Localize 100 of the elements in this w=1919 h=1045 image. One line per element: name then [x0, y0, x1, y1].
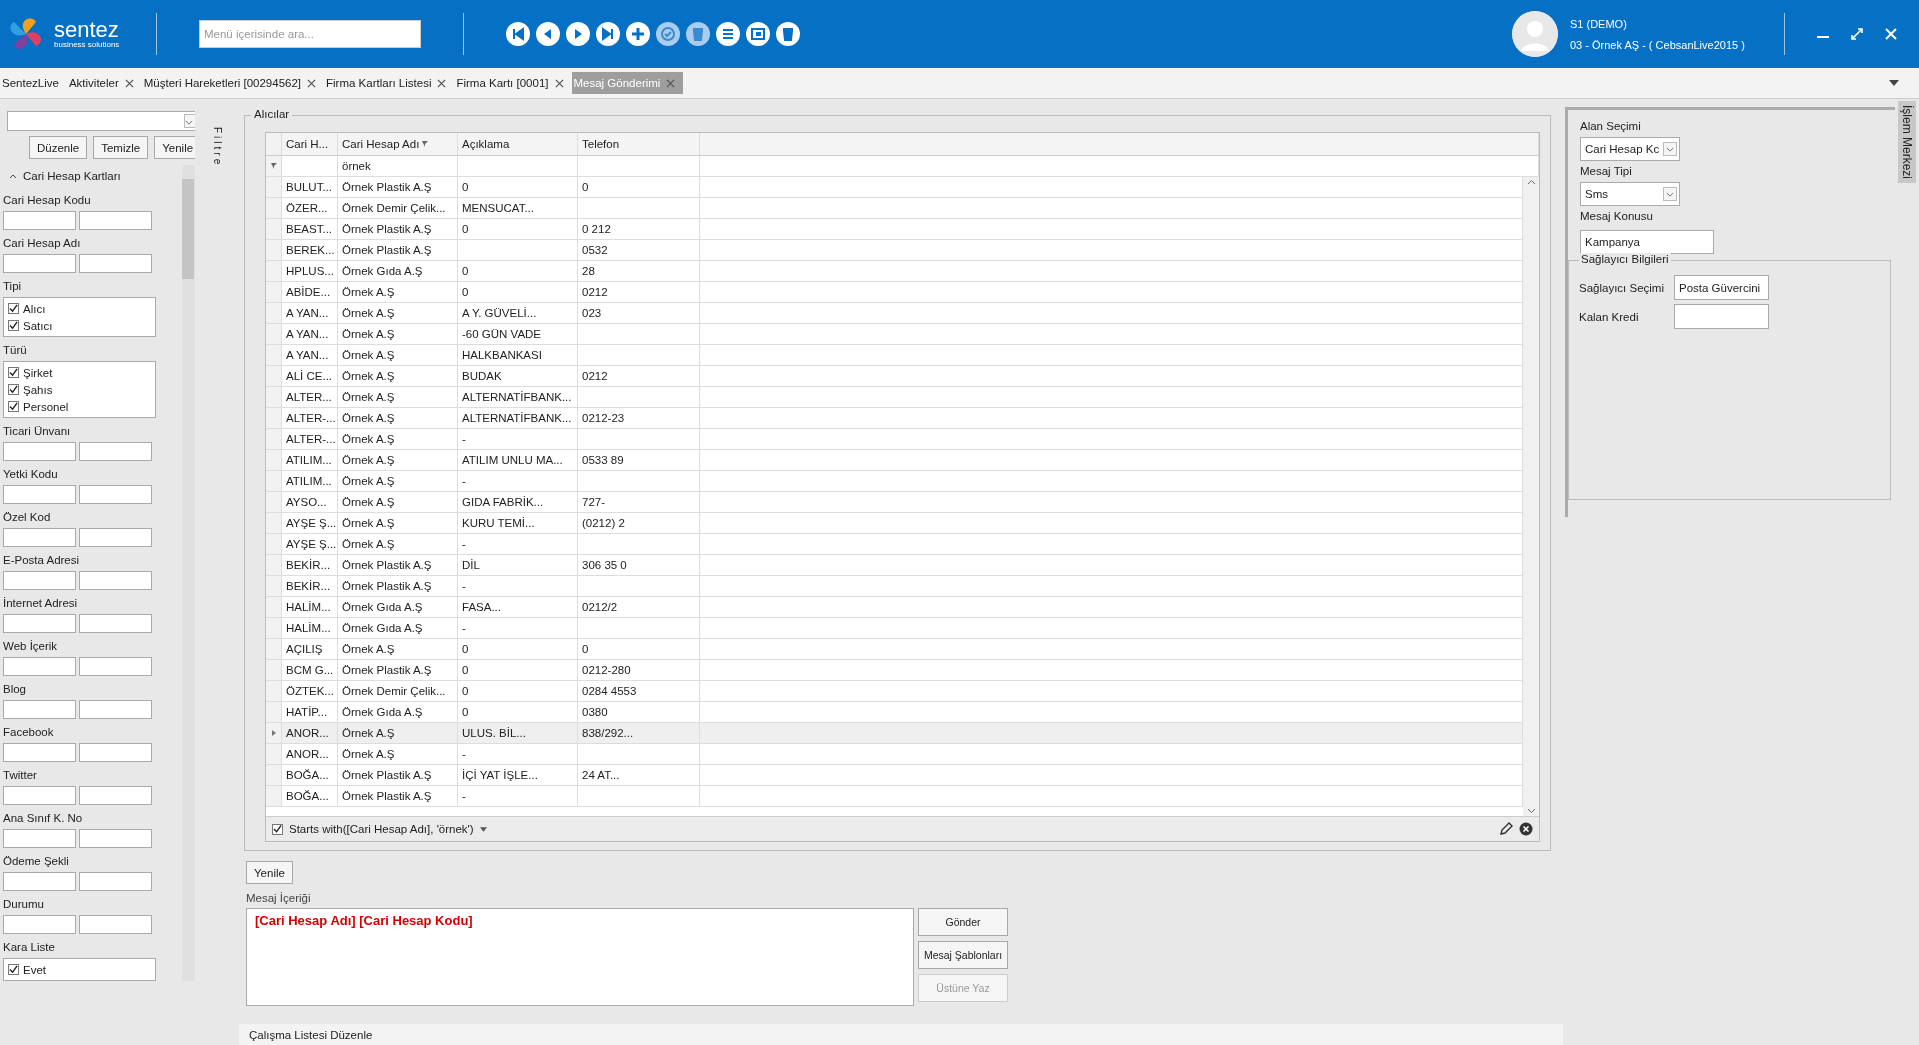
input-field[interactable] — [79, 528, 152, 547]
input-field[interactable] — [79, 211, 152, 230]
table-row[interactable]: HALİM... Örnek Gıda A.Ş FASA... 0212/2 — [266, 597, 1523, 618]
maximize-icon[interactable] — [1849, 26, 1865, 42]
close-icon[interactable] — [554, 78, 564, 88]
table-row[interactable]: A YAN... Örnek A.Ş A Y. GÜVELİ... 023 — [266, 303, 1523, 324]
input-field[interactable] — [79, 614, 152, 633]
input-field[interactable] — [3, 614, 76, 633]
filter-button[interactable]: Yenile — [154, 136, 195, 159]
table-row[interactable]: BEAST... Örnek Plastik A.Ş 0 0 212 — [266, 219, 1523, 240]
list-icon[interactable] — [716, 22, 740, 46]
first-icon[interactable] — [506, 22, 530, 46]
input-field[interactable] — [79, 700, 152, 719]
prev-icon[interactable] — [536, 22, 560, 46]
checkbox[interactable] — [8, 303, 19, 314]
table-row[interactable]: ALTER-... Örnek A.Ş ALTERNATİFBANK... 0212-23 — [266, 408, 1523, 429]
close-icon[interactable] — [666, 78, 676, 88]
table-row[interactable]: ATILIM... Örnek A.Ş ATILIM UNLU MA... 0533 89 — [266, 450, 1523, 471]
column-header[interactable]: Açıklama — [458, 133, 578, 155]
input-field[interactable] — [79, 254, 152, 273]
avatar-icon[interactable] — [1512, 11, 1558, 57]
table-row[interactable]: AYŞE Ş... Örnek A.Ş - — [266, 534, 1523, 555]
filter-dropdown[interactable] — [7, 111, 195, 131]
input-field[interactable] — [3, 829, 76, 848]
select-field[interactable]: Sms — [1580, 182, 1680, 206]
table-row[interactable]: ALTER... Örnek A.Ş ALTERNATİFBANK... — [266, 387, 1523, 408]
add-icon[interactable] — [626, 22, 650, 46]
scroll-down-icon[interactable] — [1526, 808, 1536, 814]
tab[interactable]: Firma Kartları Listesi — [324, 72, 455, 94]
input-field[interactable] — [79, 786, 152, 805]
refresh-button[interactable]: Yenile — [246, 861, 293, 884]
input-field[interactable] — [3, 743, 76, 762]
input-field[interactable] — [3, 528, 76, 547]
caret-icon[interactable] — [479, 826, 487, 832]
bottom-bar[interactable]: Çalışma Listesi Düzenle — [239, 1024, 1563, 1045]
filter-button[interactable]: Temizle — [93, 136, 149, 159]
clear-filter-icon[interactable] — [1519, 822, 1533, 836]
table-row[interactable]: HALİM... Örnek Gıda A.Ş - — [266, 618, 1523, 639]
input-field[interactable] — [79, 829, 152, 848]
input-field[interactable] — [3, 254, 76, 273]
scrollbar[interactable] — [1523, 177, 1539, 816]
table-row[interactable]: BOĞA... Örnek Plastik A.Ş İÇİ YAT İŞLE... 24 AT... — [266, 765, 1523, 786]
chevron-icon[interactable] — [9, 173, 17, 179]
pencil-icon[interactable] — [1499, 822, 1513, 836]
close-icon[interactable] — [124, 78, 134, 88]
table-row[interactable]: ATILIM... Örnek A.Ş - — [266, 471, 1523, 492]
close-icon[interactable] — [1883, 26, 1899, 42]
table-row[interactable]: BEREK... Örnek Plastik A.Ş 0532 — [266, 240, 1523, 261]
input-field[interactable] — [3, 571, 76, 590]
side-tab[interactable]: İşlem Merkezi — [1898, 101, 1916, 183]
table-row[interactable]: ALİ CE... Örnek A.Ş BUDAK 0212 — [266, 366, 1523, 387]
table-row[interactable]: AYSO... Örnek A.Ş GIDA FABRİK... 727- — [266, 492, 1523, 513]
input-field[interactable] — [1674, 304, 1769, 329]
table-row[interactable]: ABİDE... Örnek A.Ş 0 0212 — [266, 282, 1523, 303]
input-field[interactable] — [3, 485, 76, 504]
caret-icon[interactable] — [1889, 80, 1899, 86]
table-row[interactable]: ANOR... Örnek A.Ş - — [266, 744, 1523, 765]
input-field[interactable] — [3, 786, 76, 805]
scrollbar[interactable] — [181, 165, 195, 981]
table-row[interactable]: ALTER-... Örnek A.Ş - — [266, 429, 1523, 450]
column-header[interactable]: Telefon — [578, 133, 700, 155]
input-field[interactable] — [3, 657, 76, 676]
filter-expression[interactable]: Starts with([Cari Hesap Adı], 'örnek') — [289, 823, 474, 835]
scroll-up-icon[interactable] — [1526, 179, 1536, 185]
column-header[interactable]: Cari Hesap Adı — [338, 133, 458, 155]
table-row[interactable]: A YAN... Örnek A.Ş -60 GÜN VADE — [266, 324, 1523, 345]
table-row[interactable]: ANOR... Örnek A.Ş ULUS. BİL... 838/292... — [266, 723, 1523, 744]
checkbox[interactable] — [8, 384, 19, 395]
input-field[interactable] — [3, 442, 76, 461]
filter-icon[interactable] — [269, 162, 278, 170]
table-row[interactable]: BEKİR... Örnek Plastik A.Ş - — [266, 576, 1523, 597]
input-field[interactable] — [79, 571, 152, 590]
input-field[interactable] — [79, 743, 152, 762]
play-icon[interactable] — [566, 22, 590, 46]
tab[interactable]: Firma Kartı [0001] — [454, 72, 572, 94]
filter-cell[interactable]: örnek — [338, 156, 458, 176]
checkbox[interactable] — [8, 320, 19, 331]
checkbox[interactable] — [8, 401, 19, 412]
tab[interactable]: Müşteri Hareketleri [00294562] — [141, 72, 324, 94]
input-field[interactable] — [79, 657, 152, 676]
checkbox[interactable] — [8, 964, 19, 975]
filter-tab[interactable]: Filtre — [211, 127, 223, 168]
input-field[interactable]: Kampanya — [1580, 230, 1714, 254]
table-row[interactable]: AÇILIŞ Örnek A.Ş 0 0 — [266, 639, 1523, 660]
close-icon[interactable] — [307, 78, 316, 88]
message-button[interactable]: Gönder — [918, 908, 1008, 936]
table-row[interactable]: BCM G... Örnek Plastik A.Ş 0 0212-280 — [266, 660, 1523, 681]
input-field[interactable] — [79, 915, 152, 934]
filter-button[interactable]: Düzenle — [29, 136, 88, 159]
table-row[interactable]: HPLUS... Örnek Gıda A.Ş 0 28 — [266, 261, 1523, 282]
window-icon[interactable] — [746, 22, 770, 46]
table-row[interactable]: ÖZER... Örnek Demir Çelik... MENSUCAT... — [266, 198, 1523, 219]
checkbox[interactable] — [8, 367, 19, 378]
tab[interactable]: SentezLive — [0, 72, 67, 94]
table-row[interactable]: A YAN... Örnek A.Ş HALKBANKASI — [266, 345, 1523, 366]
input-field[interactable] — [79, 872, 152, 891]
checkbox[interactable] — [272, 823, 283, 835]
table-row[interactable]: AYŞE Ş... Örnek A.Ş KURU TEMİ... (0212) 2 — [266, 513, 1523, 534]
table-row[interactable]: ÖZTEK... Örnek Demir Çelik... 0 0284 4553 — [266, 681, 1523, 702]
input-field[interactable] — [3, 211, 76, 230]
